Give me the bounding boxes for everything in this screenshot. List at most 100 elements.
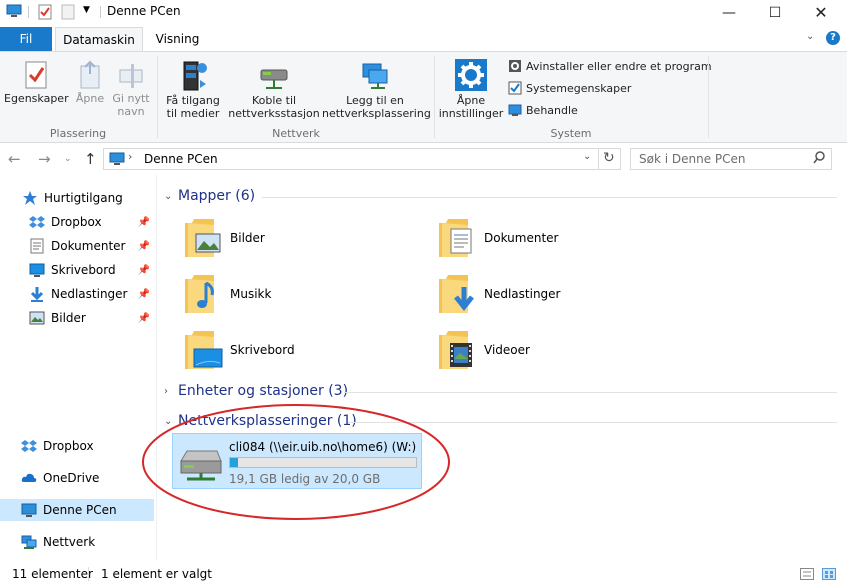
forward-arrow-icon[interactable]: → (38, 150, 51, 168)
nav-item-documents[interactable]: Dokumenter 📌 (0, 235, 154, 257)
search-input[interactable]: Søk i Denne PCen (639, 152, 746, 166)
network-drive-icon (180, 450, 222, 481)
media-icon (183, 61, 207, 91)
desktop-folder-icon (185, 331, 223, 369)
minimize-button[interactable]: — (706, 0, 752, 25)
add-network-location-button[interactable]: Legg til en nettverksplassering (322, 58, 431, 120)
nav-item-pictures[interactable]: Bilder 📌 (0, 307, 154, 329)
settings-gear-icon (455, 59, 487, 91)
open-button[interactable]: Åpne (72, 60, 108, 105)
nav-item-dropbox-pinned[interactable]: Dropbox 📌 (0, 211, 154, 233)
group-header-network-locations[interactable]: ⌄ Nettverksplasseringer (1) (164, 413, 357, 429)
group-label-system: System (550, 127, 592, 140)
customize-quick-access-icon[interactable]: ▼ (83, 5, 90, 15)
collapse-chevron-icon[interactable]: ⌄ (164, 191, 178, 202)
documents-icon (30, 238, 44, 254)
pin-icon[interactable]: 📌 (138, 289, 150, 300)
tab-visning[interactable]: Visning (150, 27, 205, 51)
videos-folder-icon (439, 331, 472, 369)
dropbox-icon (21, 440, 37, 452)
manage-icon (508, 104, 522, 116)
nav-item-network[interactable]: Nettverk (0, 531, 154, 553)
onedrive-icon (21, 473, 37, 482)
pictures-folder-icon (185, 219, 221, 257)
details-view-icon[interactable] (800, 568, 814, 583)
help-icon[interactable]: ? (826, 31, 840, 45)
refresh-icon[interactable]: ↻ (603, 150, 615, 166)
rename-icon (119, 64, 143, 88)
group-label-plassering: Plassering (49, 127, 107, 140)
network-icon (21, 535, 37, 549)
nav-item-desktop[interactable]: Skrivebord 📌 (0, 259, 154, 281)
uninstall-program-button[interactable]: Avinstaller eller endre et program (508, 59, 712, 73)
folder-desktop[interactable]: Skrivebord (184, 329, 295, 371)
system-properties-icon (508, 81, 522, 95)
properties-quick-icon[interactable] (38, 4, 52, 23)
selection-count: 1 element er valgt (101, 567, 212, 581)
group-header-folders[interactable]: ⌄ Mapper (6) (164, 188, 255, 204)
nav-item-downloads[interactable]: Nedlastinger 📌 (0, 283, 154, 305)
manage-button[interactable]: Behandle (508, 103, 578, 117)
recent-locations-chevron-icon[interactable]: ⌄ (64, 154, 72, 164)
network-location-icon (362, 63, 388, 89)
computer-icon (21, 503, 37, 517)
open-icon (80, 60, 100, 89)
properties-button[interactable]: Egenskaper (4, 60, 69, 105)
address-dropdown-icon[interactable]: ⌄ (583, 151, 591, 162)
music-folder-icon (185, 275, 214, 313)
folder-pictures[interactable]: Bilder (184, 217, 265, 259)
maximize-button[interactable]: ☐ (752, 0, 798, 25)
breadcrumb[interactable]: Denne PCen (144, 152, 218, 166)
search-icon[interactable] (813, 151, 825, 168)
folder-documents[interactable]: Dokumenter (438, 217, 558, 259)
new-folder-quick-icon[interactable] (61, 4, 75, 23)
close-button[interactable]: ✕ (798, 0, 844, 25)
open-settings-button[interactable]: Åpne innstillinger (438, 58, 504, 120)
ribbon: Egenskaper Åpne Gi nytt navn Plassering … (0, 51, 847, 143)
properties-icon (25, 61, 47, 89)
nav-item-onedrive[interactable]: OneDrive (0, 467, 154, 489)
pin-icon[interactable]: 📌 (138, 313, 150, 324)
pin-icon[interactable]: 📌 (138, 217, 150, 228)
drive-usage-fill (230, 458, 238, 467)
nav-quick-access[interactable]: Hurtigtilgang (0, 187, 154, 209)
documents-folder-icon (439, 219, 472, 257)
system-properties-button[interactable]: Systemegenskaper (508, 81, 631, 95)
folder-music[interactable]: Musikk (184, 273, 271, 315)
breadcrumb-separator-icon[interactable]: › (128, 150, 132, 163)
status-bar: 11 elementer 1 element er valgt (0, 563, 847, 587)
pin-icon[interactable]: 📌 (138, 265, 150, 276)
up-arrow-icon[interactable]: ↑ (84, 150, 97, 168)
computer-icon (109, 152, 125, 169)
desktop-icon (29, 263, 45, 277)
tab-fil[interactable]: Fil (0, 27, 52, 51)
tab-datamaskin[interactable]: Datamaskin (55, 27, 143, 51)
back-arrow-icon[interactable]: ← (8, 150, 21, 168)
downloads-folder-icon (439, 275, 474, 313)
folder-videos[interactable]: Videoer (438, 329, 530, 371)
nav-item-dropbox[interactable]: Dropbox (0, 435, 154, 457)
map-drive-icon (260, 69, 288, 89)
nav-item-this-pc[interactable]: Denne PCen (0, 499, 154, 521)
drive-usage-bar (229, 457, 417, 468)
rename-button[interactable]: Gi nytt navn (110, 60, 152, 118)
dropbox-icon (29, 216, 45, 228)
collapse-chevron-icon[interactable]: ⌄ (164, 416, 178, 427)
group-header-devices[interactable]: › Enheter og stasjoner (3) (164, 383, 348, 399)
pin-icon[interactable]: 📌 (138, 241, 150, 252)
folder-downloads[interactable]: Nedlastinger (438, 273, 561, 315)
ribbon-tabs: Fil Datamaskin Visning ⌄ ? (0, 27, 847, 51)
item-count: 11 elementer (12, 567, 93, 581)
pictures-icon (29, 311, 45, 325)
expand-chevron-icon[interactable]: › (164, 386, 178, 397)
uninstall-icon (509, 60, 521, 72)
map-network-drive-button[interactable]: Koble til nettverksstasjon (226, 58, 322, 120)
star-icon (23, 191, 37, 205)
downloads-icon (30, 287, 44, 302)
large-icons-view-icon[interactable] (822, 568, 836, 583)
access-media-button[interactable]: Få tilgang til medier (162, 58, 224, 120)
window-title: Denne PCen (107, 4, 181, 18)
network-drive-name: cli084 (\\eir.uib.no\home6) (W:) (229, 440, 417, 454)
title-bar: ▼ Denne PCen — ☐ ✕ (0, 0, 847, 25)
expand-ribbon-icon[interactable]: ⌄ (806, 31, 814, 42)
